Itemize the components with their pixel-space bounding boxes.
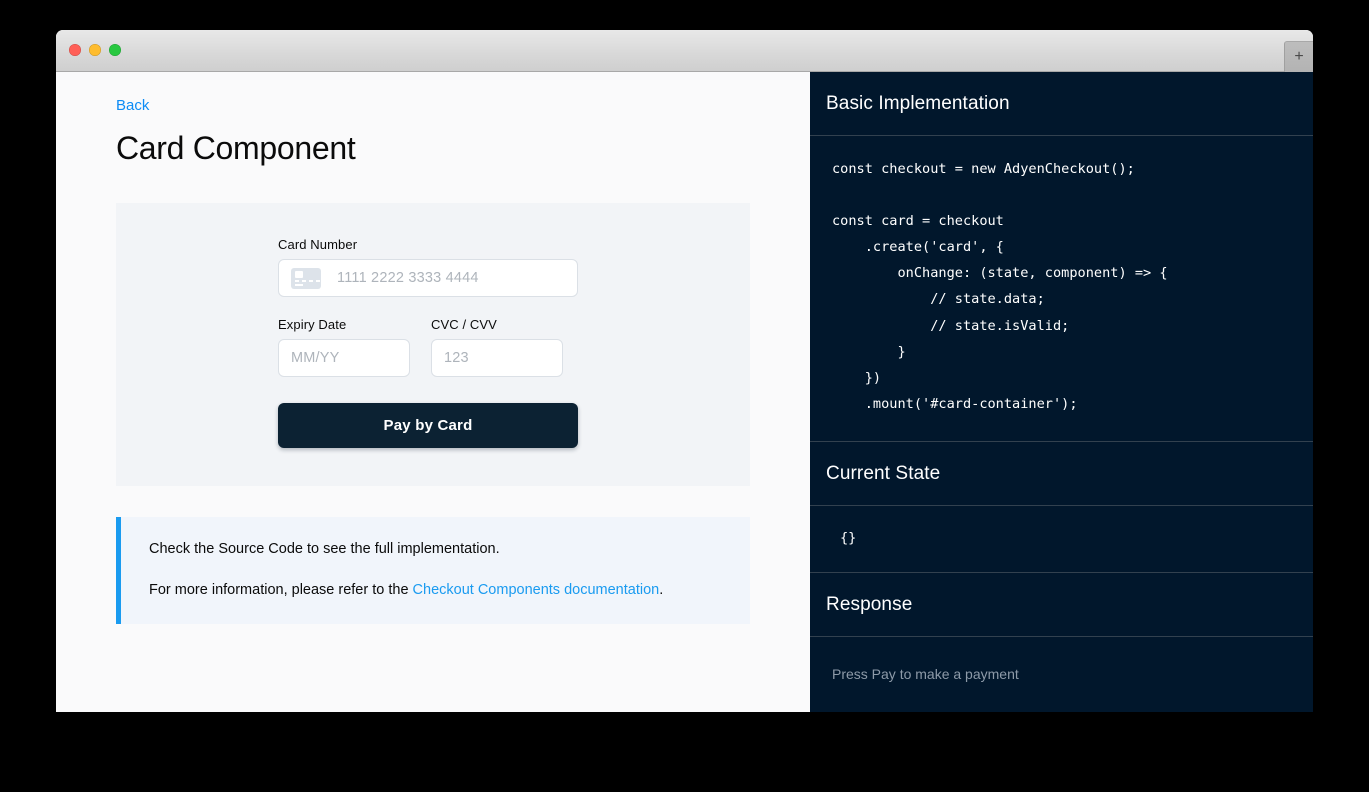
pay-by-card-button[interactable]: Pay by Card (278, 403, 578, 448)
window-titlebar[interactable]: + (56, 30, 1313, 72)
back-link[interactable]: Back (116, 97, 149, 114)
expiry-cvc-row: Expiry Date MM/YY CVC / CVV 123 (278, 317, 578, 377)
cvc-field[interactable]: 123 (431, 339, 563, 377)
checkout-components-doc-link[interactable]: Checkout Components documentation (413, 582, 660, 598)
card-number-placeholder: 1111 2222 3333 4444 (337, 270, 479, 286)
basic-implementation-heading: Basic Implementation (810, 72, 1313, 136)
expiry-date-field[interactable]: MM/YY (278, 339, 410, 377)
desktop-background: + Back Card Component Card Number 1111 2… (0, 0, 1369, 792)
minimize-window-button[interactable] (89, 44, 101, 56)
browser-window: + Back Card Component Card Number 1111 2… (56, 30, 1313, 712)
current-state-value: {} (810, 506, 1313, 573)
response-placeholder: Press Pay to make a payment (832, 665, 1019, 682)
plus-icon: + (1294, 48, 1304, 65)
expiry-date-group: Expiry Date MM/YY (278, 317, 410, 377)
card-component-container: Card Number 1111 2222 3333 4444 Expiry D… (116, 203, 750, 486)
close-window-button[interactable] (69, 44, 81, 56)
generic-card-icon (291, 267, 321, 289)
cvc-label: CVC / CVV (431, 317, 497, 332)
response-heading: Response (810, 573, 1313, 637)
code-panel: Basic Implementation const checkout = ne… (810, 72, 1313, 712)
basic-implementation-code: const checkout = new AdyenCheckout(); co… (810, 136, 1313, 442)
info-line-2-prefix: For more information, please refer to th… (149, 581, 413, 598)
current-state-heading: Current State (810, 442, 1313, 506)
info-line-2: For more information, please refer to th… (149, 580, 724, 602)
demo-pane: Back Card Component Card Number 1111 222… (56, 72, 810, 712)
info-line-1: Check the Source Code to see the full im… (149, 541, 500, 557)
card-number-field[interactable]: 1111 2222 3333 4444 (278, 259, 578, 297)
cvc-group: CVC / CVV 123 (431, 317, 563, 377)
window-controls (69, 44, 121, 56)
new-tab-button[interactable]: + (1284, 41, 1313, 72)
info-callout: Check the Source Code to see the full im… (116, 517, 750, 624)
page-title: Card Component (116, 130, 356, 166)
cvc-placeholder: 123 (444, 350, 469, 366)
card-number-label: Card Number (278, 237, 358, 252)
maximize-window-button[interactable] (109, 44, 121, 56)
expiry-date-label: Expiry Date (278, 317, 347, 332)
card-payment-form: Card Number 1111 2222 3333 4444 Expiry D… (278, 237, 578, 448)
info-line-2-suffix: . (659, 581, 664, 598)
page-content: Back Card Component Card Number 1111 222… (56, 72, 1313, 712)
expiry-date-placeholder: MM/YY (291, 350, 340, 366)
